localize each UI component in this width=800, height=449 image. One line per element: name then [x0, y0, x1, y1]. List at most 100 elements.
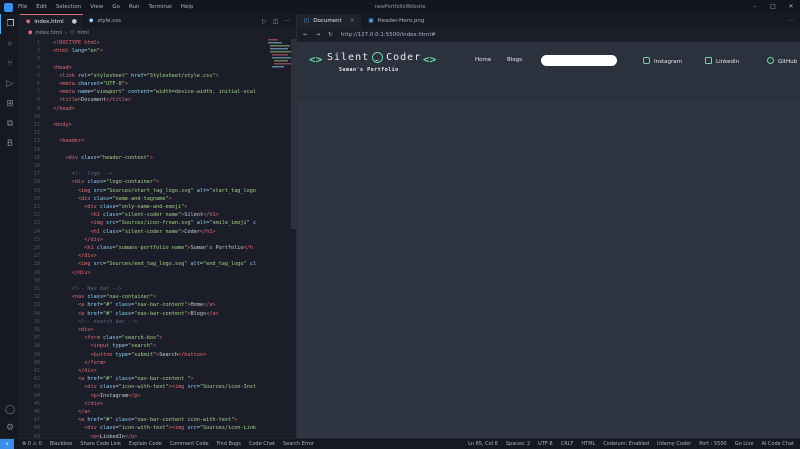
code-line[interactable]: 33 <a href="#" class="nav-bar-content">H… — [20, 301, 296, 309]
forward-icon[interactable]: → — [316, 32, 321, 38]
nav-home[interactable]: Home — [475, 57, 491, 63]
code-line[interactable]: 6 <meta charset="UTF-8"> — [20, 80, 296, 88]
code-line[interactable]: 20 <div class="name-and-tagname"> — [20, 195, 296, 203]
code-line[interactable]: 23 <img src="Sources/icon-frown.svg" alt… — [20, 219, 296, 227]
find-bugs[interactable]: Find Bugs — [217, 441, 241, 447]
menu-terminal[interactable]: Terminal — [148, 4, 171, 10]
search-error[interactable]: Search Error — [283, 441, 314, 447]
ai-code-chat[interactable]: AI Code Chat — [761, 441, 794, 447]
code-line[interactable]: 15 <div class="header-content"> — [20, 154, 296, 162]
code-line[interactable]: 46 </a> — [20, 408, 296, 416]
settings-gear-icon[interactable]: ⚙ — [0, 418, 20, 438]
code-line[interactable]: 2 <html lang="en"> — [20, 47, 296, 55]
code-chat[interactable]: Code Chat — [249, 441, 275, 447]
code-line[interactable]: 48 <div class="icon-with-text"><img src=… — [20, 424, 296, 432]
more-actions-icon[interactable]: ··· — [789, 18, 800, 24]
code-line[interactable]: 32 <nav class="nav-container"> — [20, 293, 296, 301]
code-line[interactable]: 42 <a href="#" class="nav-bar-content "> — [20, 375, 296, 383]
code-line[interactable]: 29 </div> — [20, 269, 296, 277]
code-line[interactable]: 41 </div> — [20, 367, 296, 375]
split-editor-icon[interactable]: ◫ — [273, 18, 279, 25]
problems-count[interactable]: ⊗ 0 ⚠ 0 — [22, 441, 42, 447]
menu-run[interactable]: Run — [129, 4, 140, 10]
code-line[interactable]: 16 — [20, 162, 296, 170]
code-line[interactable]: 38 <input type="search"> — [20, 342, 296, 350]
run-icon[interactable]: ▷ — [262, 18, 267, 25]
remote-explorer-icon[interactable]: ⧉ — [0, 114, 20, 134]
code-line[interactable]: 10 — [20, 113, 296, 121]
minimize-icon[interactable]: – — [746, 0, 764, 14]
code-line[interactable]: 37 <form class="search-box"> — [20, 334, 296, 342]
code-line[interactable]: 36 <div> — [20, 326, 296, 334]
blackbox-status[interactable]: Blackbox — [50, 441, 73, 447]
tab-style-css[interactable]: ⬢ style.css — [83, 14, 127, 28]
search-input[interactable] — [541, 55, 617, 66]
back-icon[interactable]: ← — [303, 32, 308, 38]
code-line[interactable]: 11 <body> — [20, 121, 296, 129]
code-line[interactable]: 5 <link rel="stylesheet" href="Styleshee… — [20, 72, 296, 80]
maximize-icon[interactable]: □ — [764, 0, 782, 14]
nav-instagram[interactable]: Instagram — [643, 57, 682, 65]
explain-code[interactable]: Explain Code — [129, 441, 162, 447]
blackbox-icon[interactable]: B — [0, 134, 20, 154]
code-line[interactable]: 9 </head> — [20, 105, 296, 113]
close-icon[interactable]: ✕ — [350, 18, 355, 24]
live-server-port[interactable]: Port : 5500 — [699, 441, 727, 447]
code-line[interactable]: 39 <button type="submit">Search</button> — [20, 351, 296, 359]
breadcrumb-element[interactable]: html — [77, 30, 88, 36]
menu-go[interactable]: Go — [112, 4, 120, 10]
comment-code[interactable]: Comment Code — [170, 441, 209, 447]
unsaved-dot-icon[interactable]: ● — [72, 18, 77, 25]
code-line[interactable]: 18 <div class="logo-container"> — [20, 178, 296, 186]
minimap[interactable] — [268, 39, 292, 99]
code-line[interactable]: 22 <h1 class="silent-coder name">Silent<… — [20, 211, 296, 219]
code-line[interactable]: 28 <img src="Sources/end_tag_logo.svg" a… — [20, 260, 296, 268]
indentation[interactable]: Spaces: 2 — [506, 441, 530, 447]
breadcrumb-file[interactable]: index.html — [35, 30, 62, 36]
code-line[interactable]: 24 <h1 class="silent-coder name">Coder</… — [20, 228, 296, 236]
search-icon[interactable]: ⌕ — [0, 34, 20, 54]
explorer-icon[interactable]: ❐ — [0, 14, 20, 34]
code-area[interactable]: 1 <!DOCTYPE html> 2 <html lang="en"> 3 4 <head… — [20, 39, 296, 438]
code-line[interactable]: 31 <!-- Nav bar --> — [20, 285, 296, 293]
code-line[interactable]: 45 </div> — [20, 400, 296, 408]
account-icon[interactable]: ◯ — [0, 400, 20, 420]
code-line[interactable]: 47 <a href="#" class="nav-bar-content ic… — [20, 416, 296, 424]
remote-indicator-icon[interactable]: ⚡ — [0, 438, 14, 449]
code-line[interactable]: 17 <!-- logo --> — [20, 170, 296, 178]
extensions-icon[interactable]: ⊞ — [0, 94, 20, 114]
tab-header-hero[interactable]: ▣ Header-Hero.png — [361, 14, 431, 28]
code-line[interactable]: 19 <img src="Sources/start_tag_logo.svg"… — [20, 187, 296, 195]
menu-view[interactable]: View — [90, 4, 103, 10]
code-line[interactable]: 21 <div class="only-name-and-emoji"> — [20, 203, 296, 211]
reload-icon[interactable]: ↻ — [328, 32, 333, 38]
code-line[interactable]: 12 — [20, 129, 296, 137]
share-code-link[interactable]: Share Code Link — [80, 441, 121, 447]
source-control-icon[interactable]: ⑂ — [0, 54, 20, 74]
nav-blogs[interactable]: Blogs — [507, 57, 522, 63]
menu-edit[interactable]: Edit — [36, 4, 47, 10]
language-mode[interactable]: HTML — [581, 441, 595, 447]
code-line[interactable]: 25 </div> — [20, 236, 296, 244]
go-live[interactable]: Go Live — [735, 441, 754, 447]
code-line[interactable]: 43 <div class="icon-with-text"><img src=… — [20, 383, 296, 391]
code-line[interactable]: 14 — [20, 146, 296, 154]
menu-selection[interactable]: Selection — [56, 4, 81, 10]
codeium-status[interactable]: Codeium: Enabled — [603, 441, 649, 447]
run-debug-icon[interactable]: ▷ — [0, 74, 20, 94]
tab-document[interactable]: ◰ Document ✕ — [297, 14, 362, 28]
tab-index-html[interactable]: ⬢ index.html ● — [20, 14, 83, 28]
code-line[interactable]: 40 </form> — [20, 359, 296, 367]
code-line[interactable]: 1 <!DOCTYPE html> — [20, 39, 296, 47]
site-logo[interactable]: <> Silent Coder Suman's Portfolio <> — [309, 52, 439, 82]
code-line[interactable]: 13 <header> — [20, 137, 296, 145]
code-line[interactable]: 8 <title>Document</title> — [20, 96, 296, 104]
code-line[interactable]: 4 <head> — [20, 64, 296, 72]
udemy-coder[interactable]: Udemy Coder — [657, 441, 691, 447]
close-window-icon[interactable]: ✕ — [782, 0, 800, 14]
menu-help[interactable]: Help — [181, 4, 194, 10]
cursor-position[interactable]: Ln 65, Col 8 — [468, 441, 498, 447]
nav-github[interactable]: GitHub — [767, 57, 797, 65]
nav-linkedin[interactable]: LinkedIn — [705, 57, 739, 65]
code-line[interactable]: 26 <h1 class="sumans-portfolio name">Sum… — [20, 244, 296, 252]
